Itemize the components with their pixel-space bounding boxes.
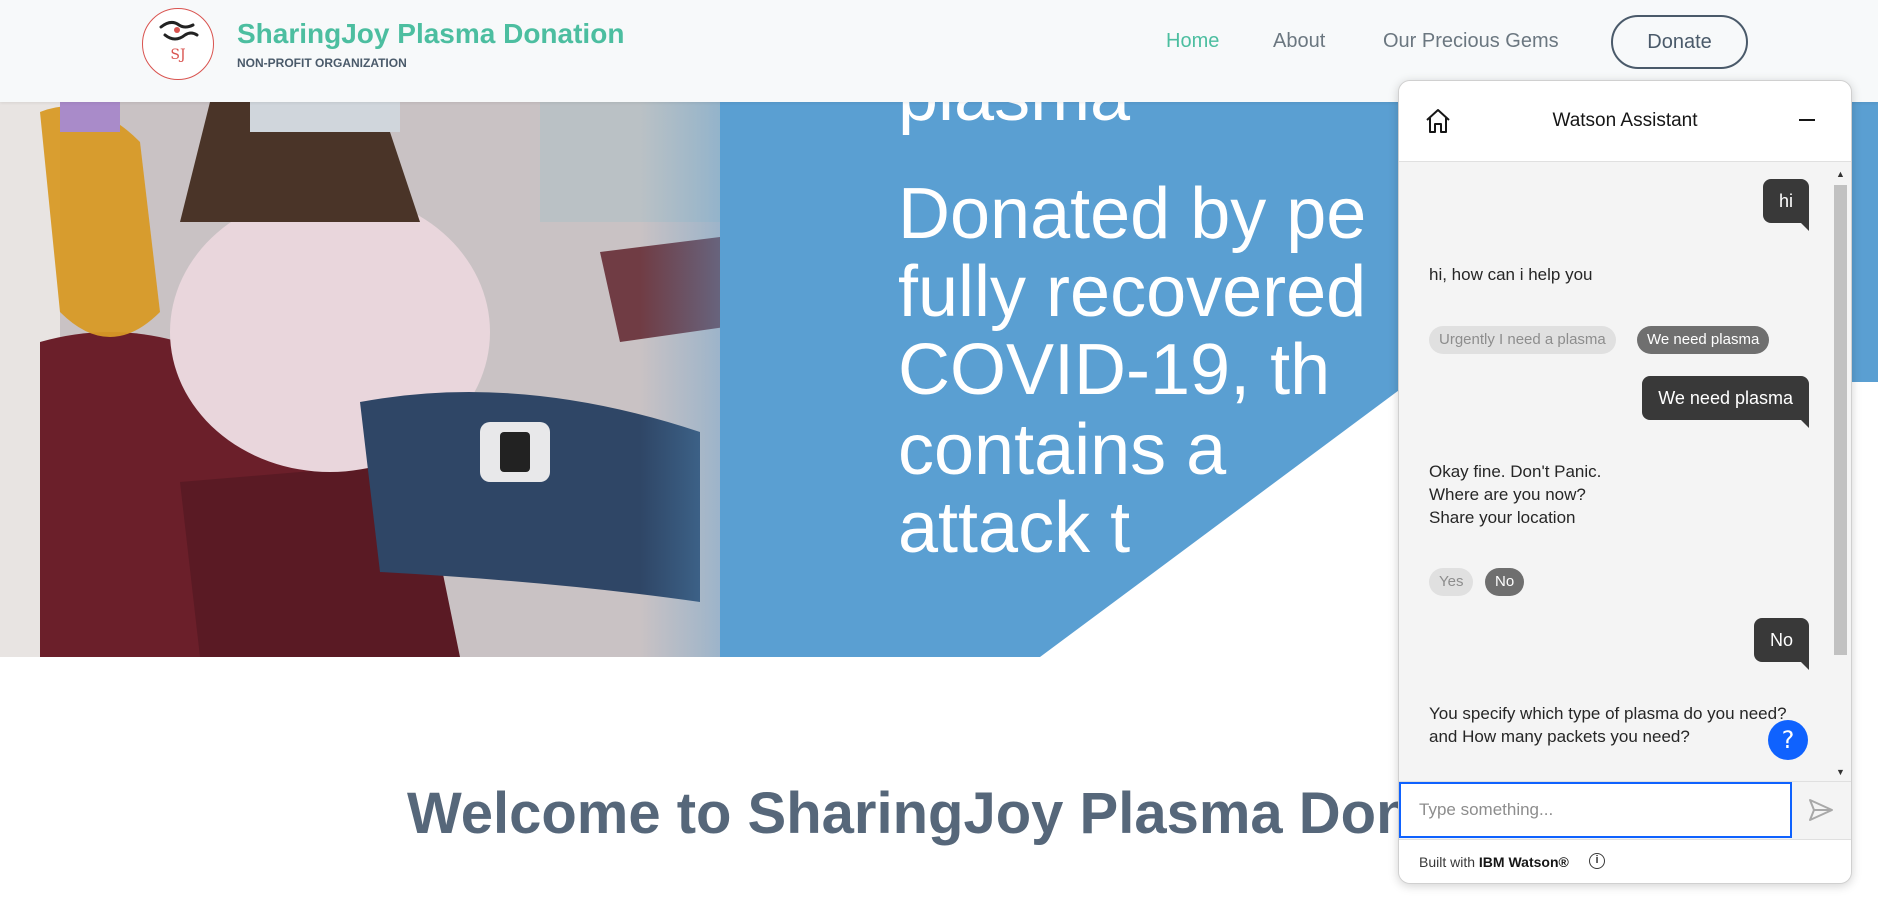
nav-about-link[interactable]: About <box>1273 30 1325 53</box>
ibm-watson-brand: IBM Watson® <box>1478 854 1569 870</box>
user-message: We need plasma <box>1642 376 1809 428</box>
nav-gems-link[interactable]: Our Precious Gems <box>1383 30 1559 53</box>
logo[interactable]: SJ <box>142 8 214 80</box>
chat-title: Watson Assistant <box>1552 110 1698 131</box>
chat-footer: Built with IBM Watson® i <box>1399 839 1851 883</box>
info-icon[interactable]: i <box>1589 853 1605 869</box>
built-with-prefix: Built with <box>1419 854 1476 870</box>
scroll-up-arrow-icon[interactable]: ▲ <box>1836 169 1845 179</box>
user-message: hi <box>1762 179 1810 231</box>
built-with-label: Built with IBM Watson® <box>1419 854 1569 870</box>
minimize-icon[interactable] <box>1799 119 1815 121</box>
logo-initials: SJ <box>170 47 186 63</box>
bot-message: hi, how can i help you <box>1429 265 1593 284</box>
help-button[interactable]: ? <box>1768 720 1808 760</box>
brand-subtitle: NON-PROFIT ORGANIZATION <box>237 56 407 70</box>
donate-button[interactable]: Donate <box>1611 15 1748 69</box>
chat-header: Watson Assistant <box>1399 81 1851 162</box>
bot-message-line: Where are you now? <box>1429 485 1586 504</box>
option-need-plasma[interactable]: We need plasma <box>1637 326 1770 354</box>
send-icon[interactable] <box>1808 798 1834 822</box>
bot-message-line: Share your location <box>1429 508 1576 527</box>
bot-message-line: Okay fine. Don't Panic. <box>1429 462 1602 481</box>
option-yes[interactable]: Yes <box>1429 568 1474 596</box>
option-urgent-plasma[interactable]: Urgently I need a plasma <box>1429 326 1616 354</box>
user-message: No <box>1753 618 1810 670</box>
bot-message-line: You specify which type of plasma do you … <box>1429 704 1787 723</box>
bot-message-line: and How many packets you need? <box>1429 727 1690 746</box>
watson-chat-widget: Watson Assistant ▲ ▼ hi hi, how can i he… <box>1398 80 1852 884</box>
hands-logo-icon <box>159 20 199 41</box>
scrollbar-thumb[interactable] <box>1834 185 1847 655</box>
welcome-heading: Welcome to SharingJoy Plasma Donati <box>407 781 1480 846</box>
chat-input[interactable] <box>1399 782 1792 838</box>
brand-title[interactable]: SharingJoy Plasma Donation <box>237 18 624 50</box>
chat-input-bar <box>1399 781 1851 840</box>
scroll-down-arrow-icon[interactable]: ▼ <box>1836 767 1845 777</box>
nav-home-link[interactable]: Home <box>1166 30 1219 53</box>
option-no[interactable]: No <box>1485 568 1525 596</box>
